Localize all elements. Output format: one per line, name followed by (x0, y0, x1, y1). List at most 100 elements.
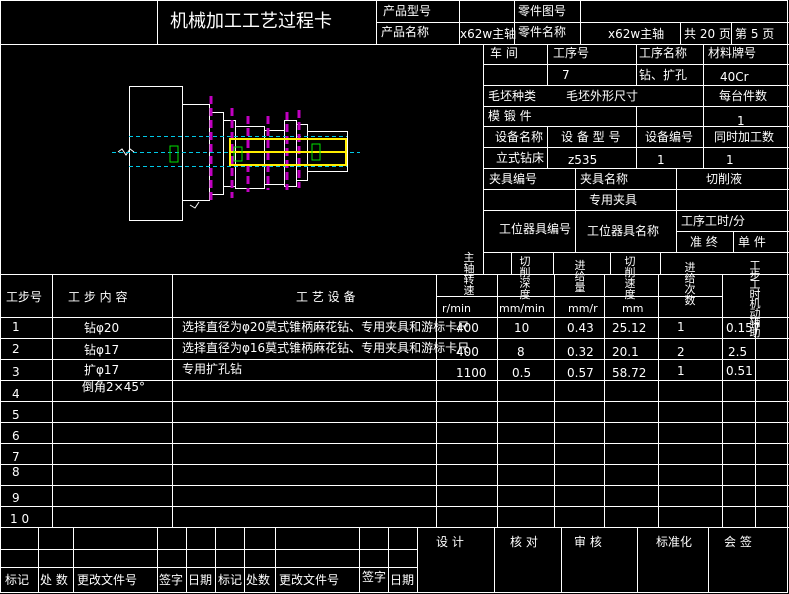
review-label: 审 核 (574, 535, 602, 549)
footer-change-doc: 更改文件号 (279, 573, 340, 587)
blank-type-label: 毛坯种类 (488, 89, 537, 103)
part-name-value: x62w主轴 (608, 27, 665, 41)
equip-no-value: 1 (657, 153, 665, 167)
step-no: 2 (12, 342, 20, 356)
product-model-label: 产品型号 (383, 4, 432, 18)
step-hours: 0.51 (726, 364, 753, 378)
footer-mark: 标记 (218, 573, 243, 587)
footer-mark: 标记 (5, 573, 30, 587)
step-no: 3 (12, 365, 20, 379)
step-no: 5 (12, 408, 20, 422)
process-card-sheet: { "header": { "title": "机械加工工艺过程卡", "pro… (0, 0, 789, 594)
total-pages: 共 20 页 (684, 27, 731, 41)
part-name-label: 零件名称 (518, 25, 567, 39)
step-passes: 2 (677, 345, 685, 359)
footer-date: 日期 (188, 573, 213, 587)
step-spindle: 400 (456, 321, 479, 335)
page-number: 第 5 页 (735, 27, 775, 41)
step-equipment: 选择直径为φ20莫式锥柄麻花钻、专用夹具和游标卡尺 (182, 320, 470, 334)
sign-label: 会 签 (724, 535, 752, 549)
footer-count: 处 数 (40, 573, 68, 587)
step-feed: 0.57 (567, 366, 594, 380)
step-speed: 20.1 (612, 345, 639, 359)
coolant-label: 切削液 (706, 172, 743, 186)
process-name-label: 工序名称 (639, 46, 688, 60)
step-feed: 0.43 (567, 321, 594, 335)
product-name-value: x62w主轴 (460, 27, 517, 41)
col-passes-header: 进 给 次 数 (684, 261, 696, 307)
step-feed: 0.32 (567, 345, 594, 359)
step-hours: 2.5 (728, 345, 748, 359)
footer-signature: 签字 (362, 570, 387, 584)
step-depth: 0.5 (512, 366, 532, 380)
process-name-value: 钻、扩孔 (639, 68, 688, 82)
step-no: 4 (12, 387, 20, 401)
design-label: 设 计 (436, 535, 464, 549)
simul-label: 同时加工数 (714, 130, 775, 144)
col-speed-header: 切 削 速 度 (624, 255, 636, 301)
col-speed-unit: mm (622, 302, 644, 315)
blank-size-label: 毛坯外形尺寸 (566, 89, 639, 103)
col-equipment-header: 工 艺 设 备 (296, 290, 356, 304)
footer-change-doc: 更改文件号 (77, 573, 138, 587)
step-no: 8 (12, 465, 20, 479)
step-passes: 1 (677, 364, 685, 378)
fixture-no-label: 夹具编号 (489, 172, 538, 186)
step-spindle: 400 (456, 345, 479, 359)
card-title: 机械加工工艺过程卡 (170, 11, 332, 32)
process-hours-label: 工序工时/分 (681, 214, 746, 228)
col-content-header: 工 步 内 容 (68, 290, 128, 304)
equip-name-label: 设备名称 (495, 130, 544, 144)
step-no: 1 (12, 320, 20, 334)
step-no: 7 (12, 450, 20, 464)
step-equipment: 选择直径为φ16莫式锥柄麻花钻、专用夹具和游标卡尺 (182, 341, 470, 355)
station-tool-no-label: 工位器具编号 (499, 222, 572, 236)
product-name-label: 产品名称 (381, 25, 430, 39)
process-no-value: 7 (562, 68, 570, 82)
workshop-label: 车 间 (490, 46, 518, 60)
simul-value: 1 (726, 153, 734, 167)
col-feed-unit: mm/r (568, 302, 598, 315)
pieces-per-blank-label: 每台件数 (719, 89, 768, 103)
step-depth: 10 (514, 321, 530, 335)
step-depth: 8 (517, 345, 525, 359)
equip-model-label: 设 备 型 号 (561, 130, 621, 144)
step-speed: 25.12 (612, 321, 647, 335)
forging-label: 模 锻 件 (488, 109, 532, 123)
footer-date: 日期 (390, 573, 415, 587)
standard-label: 标准化 (656, 535, 693, 549)
col-spindle-unit: r/min (442, 302, 471, 315)
col-depth-unit: mm/min (499, 302, 545, 315)
unit-label: 单 件 (738, 235, 766, 249)
footer-count: 处数 (246, 573, 271, 587)
equip-name-value: 立式钻床 (496, 151, 545, 165)
step-passes: 1 (677, 320, 685, 334)
process-no-label: 工序号 (553, 46, 590, 60)
step-equipment: 专用扩孔钻 (182, 362, 243, 376)
col-spindle-header: 主 轴 转 速 (463, 251, 475, 297)
material-label: 材料牌号 (708, 46, 757, 60)
col-step-header: 工步号 (6, 290, 43, 304)
col-depth-header: 切 削 深 度 (519, 255, 531, 301)
equip-model-value: z535 (568, 153, 598, 167)
fixture-name-label: 夹具名称 (580, 172, 629, 186)
step-no: 9 (12, 491, 20, 505)
step-content: 扩φ17 (84, 363, 120, 377)
col-feed-header: 进 给 量 (574, 259, 586, 294)
step-no: 1 0 (10, 512, 30, 526)
prep-label: 准 终 (690, 235, 718, 249)
step-content: 钻φ20 (84, 321, 120, 335)
station-tool-name-label: 工位器具名称 (587, 224, 660, 238)
check-label: 核 对 (510, 535, 538, 549)
part-sketch-drawing (112, 86, 360, 221)
step-content-chamfer: 倒角2×45° (82, 380, 145, 394)
part-no-label: 零件图号 (518, 4, 567, 18)
step-hours: 0.157 (726, 321, 761, 335)
fixture-name-value: 专用夹具 (589, 193, 638, 207)
step-spindle: 1100 (456, 366, 487, 380)
footer-signature: 签字 (159, 573, 184, 587)
step-speed: 58.72 (612, 366, 647, 380)
material-value: 40Cr (720, 70, 749, 84)
equip-no-label: 设备编号 (645, 130, 694, 144)
pieces-value: 1 (737, 114, 745, 128)
